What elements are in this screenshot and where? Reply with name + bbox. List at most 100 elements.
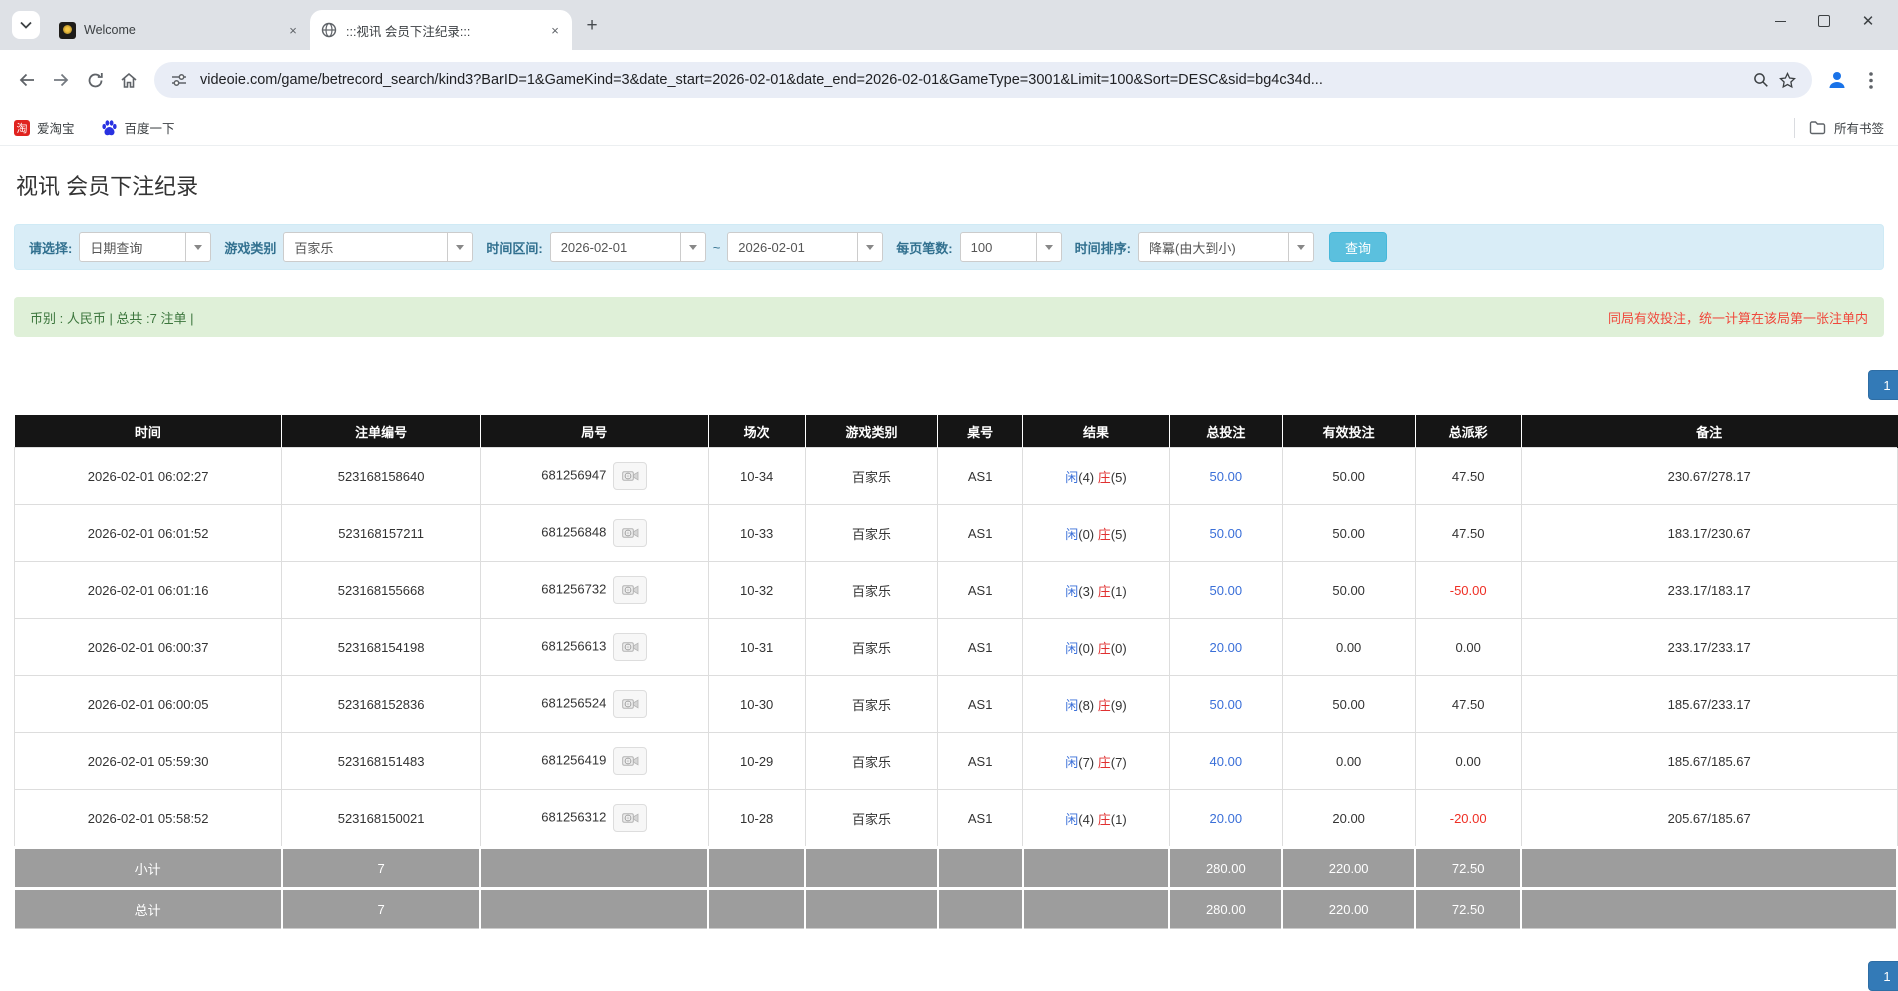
result-part: (4) xyxy=(1078,469,1098,485)
reload-button[interactable] xyxy=(78,63,112,97)
result-part: 庄 xyxy=(1097,811,1111,827)
cell-result: 闲(7) 庄(7) xyxy=(1022,732,1170,790)
site-info-button[interactable] xyxy=(166,67,192,93)
chevron-down-icon xyxy=(857,233,882,261)
browser-menu-button[interactable] xyxy=(1854,63,1888,97)
bookmarks-bar: 淘 爱淘宝 百度一下 所有书签 xyxy=(0,110,1898,146)
cell-total-bet[interactable]: 50.00 xyxy=(1168,561,1283,619)
result-part: 闲 xyxy=(1065,697,1079,713)
cell-total-bet[interactable]: 20.00 xyxy=(1168,618,1283,676)
tab-strip: Welcome × :::视讯 会员下注纪录::: × + ✕ xyxy=(0,0,1898,50)
result-part: 庄 xyxy=(1097,697,1111,713)
profile-button[interactable] xyxy=(1820,63,1854,97)
video-replay-button[interactable] xyxy=(613,576,648,604)
round-id: 681256419 xyxy=(541,752,607,768)
cell-time: 2026-02-01 05:58:52 xyxy=(13,789,283,848)
cell-total-bet[interactable]: 20.00 xyxy=(1168,789,1283,848)
tab-title: Welcome xyxy=(84,23,136,37)
page-1-button[interactable]: 1 xyxy=(1868,961,1898,991)
cell-total-bet[interactable]: 50.00 xyxy=(1168,675,1283,733)
cell-bet-id: 523168151483 xyxy=(281,732,481,790)
query-type-select[interactable]: 日期查询 xyxy=(79,232,212,262)
cell-time: 2026-02-01 06:00:05 xyxy=(13,675,283,733)
url-text[interactable]: videoie.com/game/betrecord_search/kind3?… xyxy=(200,72,1738,88)
page-1-button[interactable]: 1 xyxy=(1868,370,1898,400)
summary-bar: 币别 : 人民币 | 总共 :7 注单 | 同局有效投注，统一计算在该局第一张注… xyxy=(14,297,1884,337)
per-page-select[interactable]: 100 xyxy=(959,232,1062,262)
result-part: (4) xyxy=(1078,811,1098,827)
tab-close-icon[interactable]: × xyxy=(284,21,302,39)
cell-payout: 47.50 xyxy=(1414,447,1522,505)
cell-game-type xyxy=(805,887,939,929)
video-replay-button[interactable] xyxy=(613,633,648,661)
video-camera-icon xyxy=(622,642,639,652)
all-bookmarks-button[interactable]: 所有书签 xyxy=(1793,117,1884,138)
currency-summary: 币别 : 人民币 | 总共 :7 注单 | xyxy=(30,310,194,326)
date-end-select[interactable]: 2026-02-01 xyxy=(727,232,884,262)
result-part: (0) xyxy=(1078,526,1098,542)
cell-total-bet[interactable]: 40.00 xyxy=(1168,732,1283,790)
forward-button[interactable] xyxy=(44,63,78,97)
cell-result: 闲(4) 庄(1) xyxy=(1022,789,1170,848)
tab-search-button[interactable] xyxy=(12,11,40,39)
result-part: 庄 xyxy=(1097,469,1111,485)
col-header-6: 桌号 xyxy=(937,415,1024,448)
home-icon xyxy=(121,72,137,88)
cell-result xyxy=(1022,887,1171,929)
bookmark-taobao[interactable]: 淘 爱淘宝 xyxy=(14,118,75,137)
forward-icon xyxy=(54,73,69,87)
sort-select[interactable]: 降冪(由大到小) xyxy=(1137,232,1314,262)
video-replay-button[interactable] xyxy=(613,804,648,832)
cell-round: 681256732 xyxy=(479,561,709,619)
cell-remark: 233.17/183.17 xyxy=(1520,561,1898,619)
cell-total-bet[interactable]: 50.00 xyxy=(1168,504,1283,562)
cell-time: 2026-02-01 06:02:27 xyxy=(13,447,283,505)
address-bar[interactable]: videoie.com/game/betrecord_search/kind3?… xyxy=(154,62,1812,98)
video-replay-button[interactable] xyxy=(613,747,648,775)
cell-session: 10-29 xyxy=(707,732,806,790)
all-bookmarks-label: 所有书签 xyxy=(1833,122,1884,136)
cell-time: 2026-02-01 06:00:37 xyxy=(13,618,283,676)
home-button[interactable] xyxy=(112,63,146,97)
baidu-paw-icon xyxy=(101,119,117,135)
result-part: 闲 xyxy=(1065,526,1079,542)
video-replay-button[interactable] xyxy=(613,690,648,718)
video-camera-icon xyxy=(622,699,639,709)
cell-remark: 205.67/185.67 xyxy=(1520,789,1898,848)
tab-betrecord[interactable]: :::视讯 会员下注纪录::: × xyxy=(310,10,572,50)
new-tab-button[interactable]: + xyxy=(578,11,606,39)
bookmark-baidu[interactable]: 百度一下 xyxy=(101,118,175,137)
cell-session: 10-30 xyxy=(707,675,806,733)
cell-valid-bet: 50.00 xyxy=(1281,447,1416,505)
chevron-down-icon xyxy=(185,233,210,261)
cell-table-no: AS1 xyxy=(937,561,1024,619)
cell-result xyxy=(1022,846,1171,889)
search-button[interactable]: 查询 xyxy=(1328,232,1387,262)
video-camera-icon xyxy=(622,756,639,766)
close-button[interactable]: ✕ xyxy=(1846,6,1890,36)
table-row: 2026-02-01 06:01:52 523168157211 681256848… xyxy=(13,504,1898,562)
cell-time: 2026-02-01 06:01:16 xyxy=(13,561,283,619)
video-replay-button[interactable] xyxy=(613,462,648,490)
minimize-button[interactable] xyxy=(1758,6,1802,36)
chevron-down-icon xyxy=(20,21,32,29)
result-part: 庄 xyxy=(1097,754,1111,770)
cell-session: 10-31 xyxy=(707,618,806,676)
range-separator: ~ xyxy=(712,239,721,255)
total-bet-sum: 280.00 xyxy=(1169,846,1284,889)
zoom-button[interactable] xyxy=(1748,67,1774,93)
back-button[interactable] xyxy=(10,63,44,97)
tab-welcome[interactable]: Welcome × xyxy=(48,10,310,50)
result-part: 庄 xyxy=(1097,640,1111,656)
cell-round xyxy=(480,846,710,889)
cell-total-bet[interactable]: 50.00 xyxy=(1168,447,1283,505)
bookmark-star-button[interactable] xyxy=(1774,67,1800,93)
total-label: 小计 xyxy=(14,846,283,889)
tab-close-icon[interactable]: × xyxy=(546,21,564,39)
cell-round xyxy=(480,887,710,929)
kebab-menu-icon xyxy=(1869,71,1873,89)
maximize-button[interactable] xyxy=(1802,6,1846,36)
video-replay-button[interactable] xyxy=(613,519,648,547)
date-start-select[interactable]: 2026-02-01 xyxy=(549,232,706,262)
game-type-select[interactable]: 百家乐 xyxy=(283,232,474,262)
